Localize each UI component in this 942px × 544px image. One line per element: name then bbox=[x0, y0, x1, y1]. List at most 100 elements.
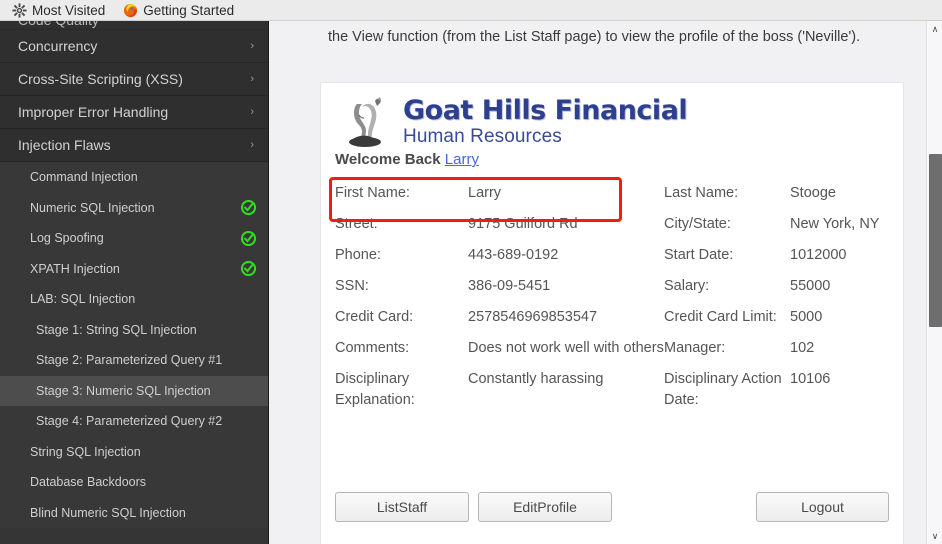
sidebar-item-clipped[interactable]: Code Quality bbox=[0, 21, 268, 30]
bookmark-label: Most Visited bbox=[32, 2, 106, 18]
profile-row: Disciplinary Explanation: Constantly hara… bbox=[335, 364, 893, 416]
chevron-right-icon: › bbox=[250, 106, 254, 118]
sidebar-item-numeric-sql-injection[interactable]: Numeric SQL Injection bbox=[0, 192, 268, 223]
sidebar-item-label: Log Spoofing bbox=[30, 231, 104, 246]
sidebar-item-label: XPATH Injection bbox=[30, 261, 120, 276]
welcome-prefix: Welcome Back bbox=[335, 151, 445, 168]
profile-field-value: 10106 bbox=[790, 371, 831, 387]
sidebar-item-label: Blind Numeric SQL Injection bbox=[30, 505, 186, 520]
profile-field-value: Does not work well with others bbox=[468, 340, 664, 356]
profile-row: Comments: Does not work well with others M… bbox=[335, 333, 893, 364]
sidebar-item-database-backdoors[interactable]: Database Backdoors bbox=[0, 467, 268, 498]
profile-field-label: Phone: bbox=[335, 247, 381, 263]
sidebar-item-lab-sql-injection[interactable]: LAB: SQL Injection bbox=[0, 284, 268, 315]
sidebar-item-blind-numeric-sql-injection[interactable]: Blind Numeric SQL Injection bbox=[0, 497, 268, 528]
sidebar-item-stage-3-numeric-sql-injection[interactable]: Stage 3: Numeric SQL Injection bbox=[0, 375, 268, 406]
profile-field-value: 2578546969853547 bbox=[468, 309, 598, 325]
profile-field-value: Larry bbox=[468, 185, 502, 201]
sidebar-category-injection-flaws[interactable]: Injection Flaws › bbox=[0, 129, 268, 162]
sidebar-category-label: Injection Flaws bbox=[18, 137, 111, 153]
chevron-right-icon: › bbox=[250, 139, 254, 151]
logout-button[interactable]: Logout bbox=[756, 492, 889, 522]
chevron-right-icon: › bbox=[250, 40, 254, 52]
gear-icon bbox=[12, 2, 27, 18]
profile-field-value: 55000 bbox=[790, 278, 831, 294]
sidebar-category-improper-error-handling[interactable]: Improper Error Handling › bbox=[0, 96, 268, 129]
welcome-user-link[interactable]: Larry bbox=[445, 151, 479, 168]
profile-field-label: Disciplinary Explanation: bbox=[335, 371, 415, 408]
profile-field-value: New York, NY bbox=[790, 216, 880, 232]
profile-field-value: Stooge bbox=[790, 185, 836, 201]
bookmark-most-visited[interactable]: Most Visited bbox=[12, 3, 105, 18]
sidebar-item-label: Stage 2: Parameterized Query #1 bbox=[36, 353, 223, 368]
browser-content-area: the View function (from the List Staff p… bbox=[269, 21, 942, 544]
edit-profile-button[interactable]: EditProfile bbox=[478, 492, 612, 522]
profile-field-value: Constantly harassing bbox=[468, 371, 604, 387]
profile-row: Credit Card: 2578546969853547 Credit Card … bbox=[335, 302, 893, 333]
sidebar-item-xpath-injection[interactable]: XPATH Injection bbox=[0, 253, 268, 284]
chevron-right-icon: › bbox=[250, 73, 254, 85]
sidebar-item-label: Stage 4: Parameterized Query #2 bbox=[36, 414, 223, 429]
profile-field-label: City/State: bbox=[664, 216, 731, 232]
bookmark-getting-started[interactable]: Getting Started bbox=[123, 3, 234, 18]
lesson-navigation-sidebar: Code Quality Concurrency›Cross-Site Scri… bbox=[0, 21, 269, 544]
sidebar-item-label: LAB: SQL Injection bbox=[30, 292, 136, 307]
profile-field-value: 102 bbox=[790, 340, 815, 356]
vertical-scrollbar[interactable]: ∧ ∨ bbox=[926, 21, 942, 544]
bookmarks-toolbar: Most Visited Getting Started bbox=[0, 0, 942, 21]
sidebar-item-command-injection[interactable]: Command Injection bbox=[0, 162, 268, 193]
sidebar-list: Concurrency › Cross-Site Scripting (XSS) › I… bbox=[0, 30, 268, 528]
profile-row: Phone: 443-689-0192 Start Date: 1012000 bbox=[335, 240, 893, 271]
scroll-up-arrow-icon[interactable]: ∧ bbox=[927, 21, 942, 37]
profile-row: Street: 9175 Guilford Rd City/State: New Yo… bbox=[335, 209, 893, 240]
profile-row: SSN: 386-09-5451 Salary: 55000 bbox=[335, 271, 893, 302]
profile-field-value: 5000 bbox=[790, 309, 823, 325]
sidebar-item-label: Stage 1: String SQL Injection bbox=[36, 322, 197, 337]
lesson-instruction-text: the View function (from the List Staff p… bbox=[328, 29, 861, 45]
profile-field-label: SSN: bbox=[335, 278, 369, 294]
scroll-down-arrow-icon[interactable]: ∨ bbox=[927, 528, 942, 544]
sidebar-item-string-sql-injection[interactable]: String SQL Injection bbox=[0, 436, 268, 467]
profile-rows: First Name: Larry Last Name: Stooge Street: 9… bbox=[335, 178, 893, 416]
profile-field-label: Manager: bbox=[664, 340, 726, 356]
employee-profile-grid: First Name: Larry Last Name: Stooge Street: 9… bbox=[321, 177, 903, 416]
sidebar-item-label: String SQL Injection bbox=[30, 444, 141, 459]
sidebar-item-label: Numeric SQL Injection bbox=[30, 200, 155, 215]
sidebar-item-label: Database Backdoors bbox=[30, 475, 147, 490]
sidebar-item-stage-1-string-sql-injection[interactable]: Stage 1: String SQL Injection bbox=[0, 314, 268, 345]
button-label: ListStaff bbox=[376, 499, 428, 515]
sidebar-item-label: Code Quality bbox=[18, 21, 99, 28]
brand-title: Goat Hills Financial bbox=[403, 95, 688, 126]
bookmark-label: Getting Started bbox=[143, 2, 235, 18]
sidebar-item-label: Stage 3: Numeric SQL Injection bbox=[36, 383, 211, 398]
completed-check-icon bbox=[241, 200, 256, 216]
welcome-message: Welcome Back Larry bbox=[321, 145, 903, 168]
sidebar-category-cross-site-scripting-xss[interactable]: Cross-Site Scripting (XSS) › bbox=[0, 63, 268, 96]
profile-field-label: Credit Card Limit: bbox=[664, 309, 777, 325]
sidebar-item-stage-4-parameterized-query-2[interactable]: Stage 4: Parameterized Query #2 bbox=[0, 406, 268, 437]
profile-field-label: First Name: bbox=[335, 185, 410, 201]
button-label: Logout bbox=[801, 499, 844, 515]
profile-field-label: Salary: bbox=[664, 278, 710, 294]
sidebar-category-concurrency[interactable]: Concurrency › bbox=[0, 30, 268, 63]
profile-field-label: Last Name: bbox=[664, 185, 739, 201]
profile-field-value: 386-09-5451 bbox=[468, 278, 551, 294]
sidebar-item-label: Command Injection bbox=[30, 170, 138, 185]
profile-field-value: 1012000 bbox=[790, 247, 847, 263]
content-column: the View function (from the List Staff p… bbox=[291, 21, 919, 544]
brand-text: Goat Hills Financial Human Resources bbox=[395, 95, 688, 148]
goat-logo-icon bbox=[349, 97, 381, 147]
profile-field-value: 443-689-0192 bbox=[468, 247, 559, 263]
firefox-icon bbox=[124, 3, 138, 17]
sidebar-item-stage-2-parameterized-query-1[interactable]: Stage 2: Parameterized Query #1 bbox=[0, 345, 268, 376]
scrollbar-thumb[interactable] bbox=[929, 154, 942, 327]
brand-subtitle: Human Resources bbox=[403, 126, 562, 147]
completed-check-icon bbox=[241, 261, 256, 277]
profile-field-label: Start Date: bbox=[664, 247, 734, 263]
sidebar-category-label: Concurrency bbox=[18, 38, 98, 54]
profile-field-label: Street: bbox=[335, 216, 378, 232]
list-staff-button[interactable]: ListStaff bbox=[335, 492, 469, 522]
profile-field-label: Comments: bbox=[335, 340, 410, 356]
button-label: EditProfile bbox=[513, 499, 577, 515]
sidebar-item-log-spoofing[interactable]: Log Spoofing bbox=[0, 223, 268, 254]
